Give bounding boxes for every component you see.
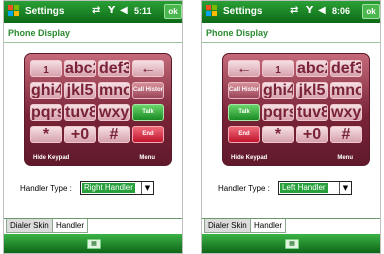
hide-keypad-softkey[interactable]: Hide Keypad bbox=[231, 155, 267, 161]
voicemail-icon[interactable]: 1 bbox=[262, 60, 294, 77]
menu-softkey[interactable]: Menu bbox=[337, 155, 353, 161]
header-divider bbox=[4, 42, 182, 43]
phone-screen-left-handler: Settings ⇄ Y ◀ 8:06 ok Phone Display ← 1… bbox=[201, 0, 381, 254]
backspace-arrow-icon[interactable]: ← bbox=[228, 60, 260, 77]
talk-button[interactable]: Talk bbox=[132, 104, 164, 121]
key-0[interactable]: +0 bbox=[64, 126, 96, 143]
screenshot-root: Settings ⇄ Y ◀ 5:11 ok Phone Display 1 a… bbox=[0, 0, 384, 254]
backspace-arrow-icon[interactable]: ← bbox=[132, 60, 164, 77]
handler-type-select[interactable]: Left Handler ▼ bbox=[278, 181, 352, 195]
keypad-softkey-bar: Hide Keypad Menu bbox=[25, 153, 171, 165]
key-5[interactable]: jkl5 bbox=[296, 82, 328, 99]
clock-time[interactable]: 5:11 bbox=[134, 6, 152, 16]
key-8[interactable]: tuv8 bbox=[64, 104, 96, 121]
key-2[interactable]: abc2 bbox=[64, 60, 96, 77]
bottom-menu-bar: ▦ bbox=[4, 234, 182, 253]
chevron-down-icon[interactable]: ▼ bbox=[141, 182, 153, 194]
key-6[interactable]: mno6 bbox=[98, 82, 130, 99]
clock-time[interactable]: 8:06 bbox=[332, 6, 350, 16]
sync-arrows-icon: ⇄ bbox=[92, 5, 101, 16]
key-5[interactable]: jkl5 bbox=[64, 82, 96, 99]
key-6[interactable]: mno6 bbox=[330, 82, 362, 99]
ok-button[interactable]: ok bbox=[164, 4, 182, 19]
keyboard-icon[interactable]: ▦ bbox=[285, 239, 299, 249]
key-7[interactable]: pqrs7 bbox=[30, 104, 62, 121]
talk-button[interactable]: Talk bbox=[228, 104, 260, 121]
key-3[interactable]: def3 bbox=[98, 60, 130, 77]
handler-type-label: Handler Type : bbox=[20, 184, 72, 193]
key-8[interactable]: tuv8 bbox=[296, 104, 328, 121]
call-history-button[interactable]: Call History bbox=[228, 82, 260, 99]
speaker-volume-icon[interactable]: ◀ bbox=[120, 5, 128, 17]
dialer-keypad-preview: ← 1 abc2 def3 Call History ghi4 jkl5 mno… bbox=[222, 53, 370, 166]
title-bar: Settings ⇄ Y ◀ 5:11 ok bbox=[4, 1, 182, 23]
app-title: Settings bbox=[25, 6, 65, 17]
keyboard-icon[interactable]: ▦ bbox=[87, 239, 101, 249]
dialer-keypad-preview: 1 abc2 def3 ← ghi4 jkl5 mno6 Call Histor… bbox=[24, 53, 172, 166]
tab-dialer-skin[interactable]: Dialer Skin bbox=[6, 219, 53, 233]
page-header: Phone Display bbox=[8, 28, 71, 38]
ok-button[interactable]: ok bbox=[362, 4, 380, 19]
handler-type-label: Handler Type : bbox=[218, 184, 270, 193]
key-0[interactable]: +0 bbox=[296, 126, 328, 143]
handler-type-select[interactable]: Right Handler ▼ bbox=[80, 181, 154, 195]
key-star[interactable]: * bbox=[262, 126, 294, 143]
page-header: Phone Display bbox=[206, 28, 269, 38]
key-3[interactable]: def3 bbox=[330, 60, 362, 77]
tab-handler[interactable]: Handler bbox=[250, 219, 287, 233]
phone-screen-right-handler: Settings ⇄ Y ◀ 5:11 ok Phone Display 1 a… bbox=[3, 0, 183, 254]
keypad-softkey-bar: Hide Keypad Menu bbox=[223, 153, 369, 165]
key-4[interactable]: ghi4 bbox=[30, 82, 62, 99]
end-button[interactable]: End bbox=[228, 126, 260, 143]
handler-type-value: Right Handler bbox=[82, 183, 135, 193]
handler-type-value: Left Handler bbox=[280, 183, 328, 193]
voicemail-icon[interactable]: 1 bbox=[30, 60, 62, 77]
signal-antenna-icon: Y bbox=[108, 5, 116, 16]
end-button[interactable]: End bbox=[132, 126, 164, 143]
key-hash[interactable]: # bbox=[98, 126, 130, 143]
windows-flag-icon[interactable] bbox=[205, 4, 219, 18]
hide-keypad-softkey[interactable]: Hide Keypad bbox=[33, 155, 69, 161]
key-7[interactable]: pqrs7 bbox=[262, 104, 294, 121]
tab-handler[interactable]: Handler bbox=[52, 219, 89, 233]
header-divider bbox=[202, 42, 380, 43]
speaker-volume-icon[interactable]: ◀ bbox=[318, 5, 326, 17]
key-9[interactable]: wxyz9 bbox=[98, 104, 130, 121]
signal-antenna-icon: Y bbox=[306, 5, 314, 16]
key-4[interactable]: ghi4 bbox=[262, 82, 294, 99]
key-9[interactable]: wxyz9 bbox=[330, 104, 362, 121]
call-history-button[interactable]: Call History bbox=[132, 82, 164, 99]
key-hash[interactable]: # bbox=[330, 126, 362, 143]
tab-dialer-skin[interactable]: Dialer Skin bbox=[204, 219, 251, 233]
app-title: Settings bbox=[223, 6, 263, 17]
key-star[interactable]: * bbox=[30, 126, 62, 143]
chevron-down-icon[interactable]: ▼ bbox=[339, 182, 351, 194]
sync-arrows-icon: ⇄ bbox=[290, 5, 299, 16]
bottom-menu-bar: ▦ bbox=[202, 234, 380, 253]
title-bar: Settings ⇄ Y ◀ 8:06 ok bbox=[202, 1, 380, 23]
menu-softkey[interactable]: Menu bbox=[139, 155, 155, 161]
windows-flag-icon[interactable] bbox=[7, 4, 21, 18]
key-2[interactable]: abc2 bbox=[296, 60, 328, 77]
